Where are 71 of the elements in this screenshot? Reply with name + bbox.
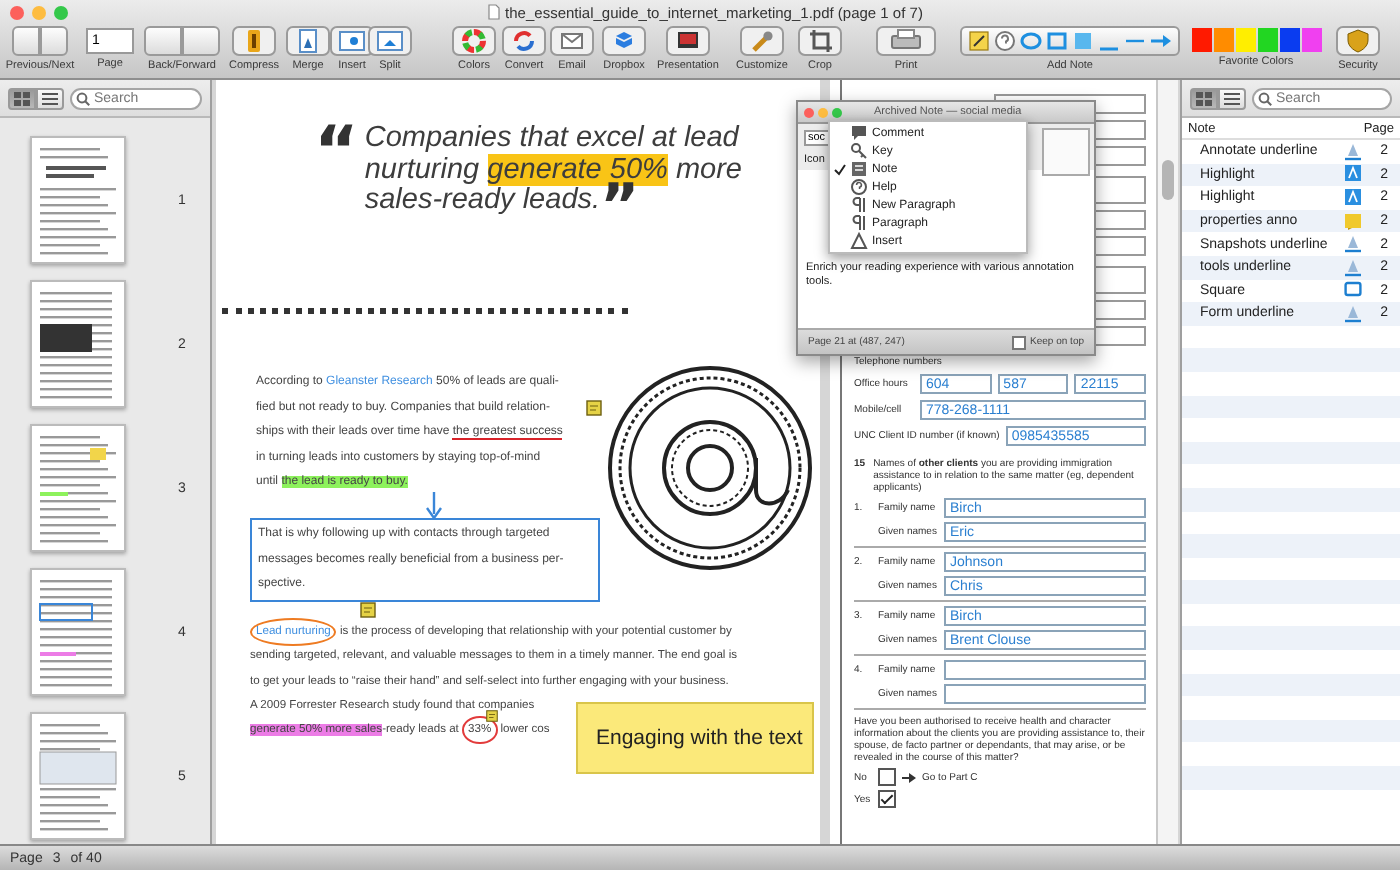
color-swatch[interactable] bbox=[1279, 28, 1299, 52]
back-button[interactable] bbox=[144, 26, 182, 56]
highlight-icon bbox=[1344, 164, 1362, 185]
speech-bubble-icon bbox=[850, 124, 868, 142]
note-icon bbox=[850, 160, 868, 178]
checkbox[interactable] bbox=[878, 768, 896, 786]
icon-preview bbox=[1042, 128, 1090, 176]
grid-icon bbox=[14, 91, 30, 105]
question-icon[interactable] bbox=[994, 30, 1016, 52]
square-icon bbox=[1344, 280, 1362, 301]
zoom-button[interactable] bbox=[832, 107, 842, 117]
clamp-icon bbox=[232, 26, 276, 56]
next-button[interactable] bbox=[40, 26, 68, 56]
close-button[interactable] bbox=[804, 107, 814, 117]
screen-icon bbox=[666, 26, 710, 56]
ellipse-icon[interactable] bbox=[1020, 30, 1042, 52]
note-icon[interactable] bbox=[968, 30, 990, 52]
note-icon bbox=[1344, 211, 1362, 232]
sticky-note: Engaging with the text bbox=[576, 702, 814, 774]
search-icon bbox=[1258, 91, 1272, 105]
circular-arrows-icon bbox=[502, 26, 546, 56]
annotation-arrow bbox=[424, 492, 444, 520]
thumbnail-view-button[interactable] bbox=[1190, 87, 1218, 109]
list-view-button[interactable] bbox=[36, 87, 64, 109]
page-thumbnail[interactable] bbox=[30, 568, 126, 696]
page-thumbnail[interactable] bbox=[30, 712, 126, 840]
key-icon bbox=[850, 142, 868, 160]
rectangle-icon[interactable] bbox=[1046, 30, 1068, 52]
color-wheel-icon bbox=[452, 26, 496, 56]
envelope-icon bbox=[550, 26, 594, 56]
forward-button[interactable] bbox=[182, 26, 220, 56]
arrow-icon bbox=[902, 771, 916, 783]
zoom-button[interactable] bbox=[54, 5, 68, 19]
underline-icon bbox=[1344, 257, 1362, 278]
box-icon bbox=[602, 26, 646, 56]
highlight-icon bbox=[1344, 187, 1362, 208]
search-icon bbox=[76, 91, 90, 105]
underline-icon bbox=[1344, 234, 1362, 255]
scrollbar-thumb[interactable] bbox=[1162, 160, 1174, 200]
list-view-button[interactable] bbox=[1218, 87, 1246, 109]
underline-icon bbox=[1344, 303, 1362, 324]
color-swatch[interactable] bbox=[1301, 28, 1321, 52]
wrench-icon bbox=[740, 26, 784, 56]
page-thumbnail[interactable] bbox=[30, 424, 126, 552]
list-icon bbox=[1224, 91, 1240, 105]
question-icon bbox=[850, 178, 868, 196]
document-icon bbox=[368, 26, 412, 56]
paragraph-icon bbox=[850, 214, 868, 232]
close-button[interactable] bbox=[10, 5, 24, 19]
check-icon bbox=[834, 163, 846, 175]
document-icon bbox=[286, 26, 330, 56]
list-icon bbox=[42, 91, 58, 105]
color-swatch[interactable] bbox=[1257, 28, 1277, 52]
triangle-icon bbox=[850, 232, 868, 250]
shield-icon bbox=[1336, 26, 1380, 56]
color-swatch[interactable] bbox=[1213, 28, 1233, 52]
page-thumbnail[interactable] bbox=[30, 136, 126, 264]
color-swatch[interactable] bbox=[1235, 28, 1255, 52]
checkbox[interactable] bbox=[878, 790, 896, 808]
crop-icon bbox=[798, 26, 842, 56]
previous-button[interactable] bbox=[12, 26, 40, 56]
color-swatch[interactable] bbox=[1191, 28, 1211, 52]
document-icon bbox=[330, 26, 374, 56]
grid-icon bbox=[1196, 91, 1212, 105]
underline-icon bbox=[1344, 141, 1362, 162]
arrow-icon[interactable] bbox=[1150, 30, 1172, 52]
checkbox[interactable] bbox=[1012, 335, 1027, 349]
printer-icon bbox=[876, 26, 936, 56]
page-thumbnail[interactable] bbox=[30, 280, 126, 408]
highlight-icon[interactable] bbox=[1072, 30, 1094, 52]
thumbnail-view-button[interactable] bbox=[8, 87, 36, 109]
